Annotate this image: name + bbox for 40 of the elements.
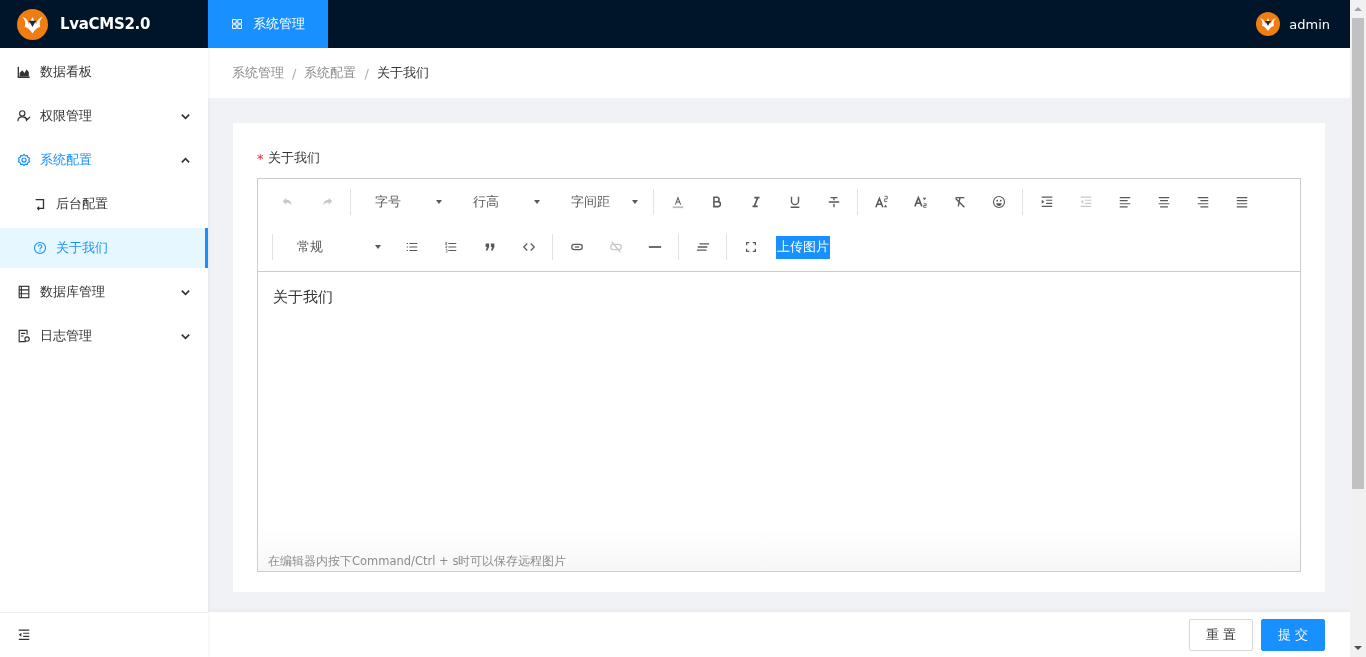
return-icon bbox=[33, 197, 47, 211]
menu-item[interactable]: 数据库管理 bbox=[0, 272, 208, 312]
breadcrumb-item[interactable]: 系统管理 bbox=[232, 64, 284, 82]
reset-button[interactable]: 重 置 bbox=[1189, 618, 1253, 651]
user-name[interactable]: admin bbox=[1289, 16, 1330, 32]
editor-text: 关于我们 bbox=[273, 288, 334, 307]
log-icon bbox=[17, 329, 31, 343]
scroll-down-icon[interactable] bbox=[1354, 645, 1362, 651]
menu-item[interactable]: 权限管理 bbox=[0, 96, 208, 136]
menu-item[interactable]: 日志管理 bbox=[0, 316, 208, 356]
chart-icon bbox=[17, 65, 31, 79]
toolbar-dropdown[interactable]: 行高 bbox=[453, 187, 551, 217]
database-icon bbox=[17, 285, 31, 299]
required-asterisk: * bbox=[257, 150, 264, 166]
toolbar-dropdown[interactable]: 常规 bbox=[277, 232, 392, 262]
submenu-item[interactable]: 后台配置 bbox=[0, 184, 208, 224]
scrollbar[interactable] bbox=[1350, 0, 1366, 657]
brand-name: LvaCMS2.0 bbox=[60, 15, 151, 33]
toolbar-dropdown[interactable]: 字号 bbox=[355, 187, 453, 217]
toolbar-dropdown[interactable]: 字间距 bbox=[551, 187, 649, 217]
help-icon bbox=[33, 241, 47, 255]
caret-icon bbox=[374, 243, 382, 251]
scrollbar-thumb[interactable] bbox=[1352, 18, 1364, 489]
caret-icon bbox=[435, 198, 443, 206]
scroll-up-icon[interactable] bbox=[1354, 6, 1362, 12]
breadcrumb-item[interactable]: 系统配置 bbox=[304, 64, 357, 82]
logo-icon bbox=[17, 8, 48, 40]
field-label: 关于我们 bbox=[267, 149, 320, 167]
caret-icon bbox=[533, 198, 541, 206]
menu-item[interactable]: 数据看板 bbox=[0, 52, 208, 92]
breadcrumb-separator: / bbox=[364, 65, 369, 81]
users-icon bbox=[17, 109, 31, 123]
breadcrumb-item: 关于我们 bbox=[376, 64, 429, 82]
settings-icon bbox=[17, 153, 31, 167]
editor-hint: 在编辑器内按下Command/Ctrl + s时可以保存远程图片 bbox=[268, 554, 568, 569]
apps-icon bbox=[231, 18, 243, 30]
caret-icon bbox=[631, 198, 639, 206]
collapse-menu-icon[interactable] bbox=[17, 628, 31, 642]
breadcrumb-separator: / bbox=[292, 65, 297, 81]
avatar-icon[interactable] bbox=[1256, 12, 1281, 36]
